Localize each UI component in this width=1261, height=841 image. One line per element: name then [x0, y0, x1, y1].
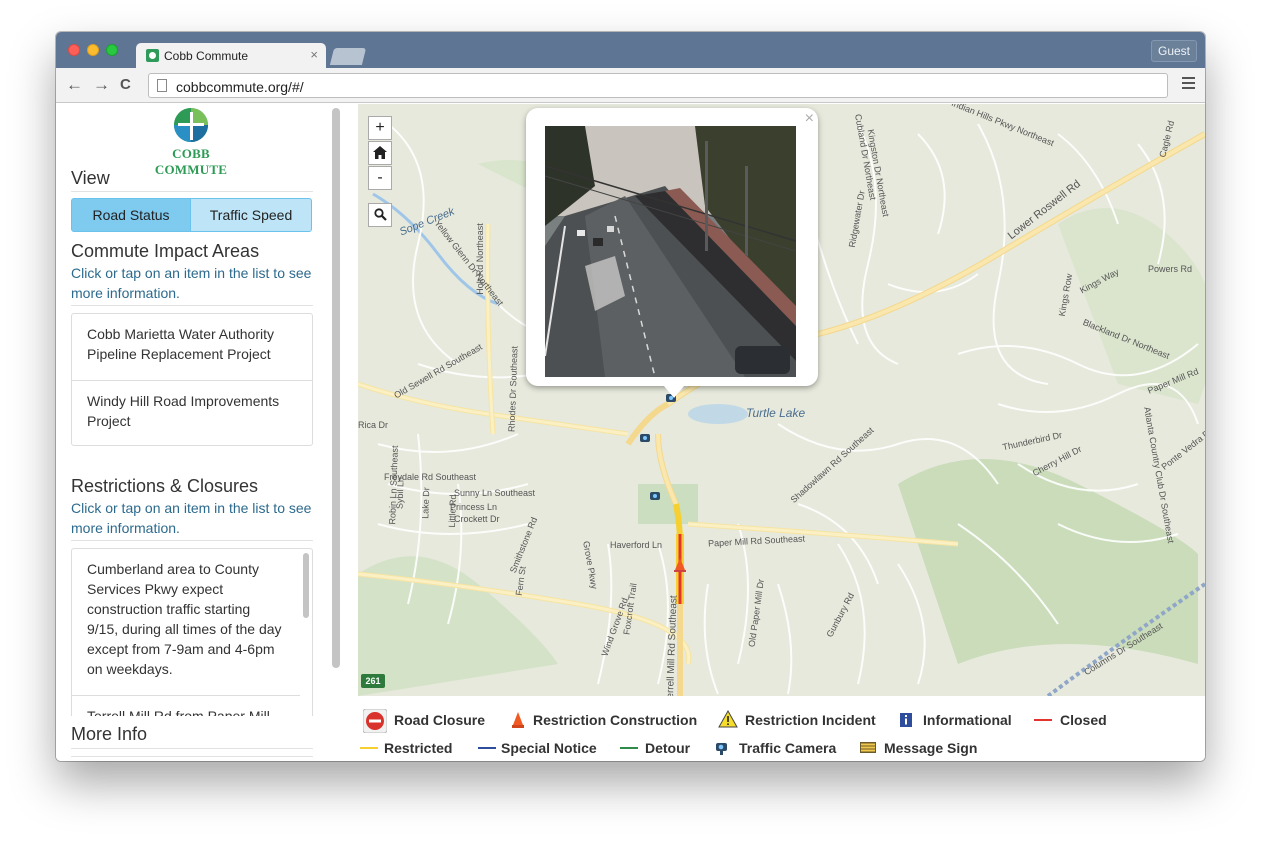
route-shield: 261	[361, 674, 385, 688]
maximize-window-button[interactable]	[106, 44, 118, 56]
legend-message-sign: Message Sign	[884, 740, 978, 756]
camera-lens	[653, 494, 657, 498]
close-window-button[interactable]	[68, 44, 80, 56]
logo-mark-icon	[174, 108, 208, 142]
home-icon	[373, 146, 387, 159]
map-legend: Road Closure Restriction Construction Re…	[358, 704, 1205, 761]
sidebar-scrollbar[interactable]	[332, 108, 340, 668]
address-bar[interactable]: cobbcommute.org/#/	[148, 73, 1168, 98]
list-scrollbar[interactable]	[303, 553, 309, 618]
browser-tab[interactable]: Cobb Commute ×	[136, 43, 326, 69]
tab-title: Cobb Commute	[164, 49, 249, 63]
home-button[interactable]	[368, 141, 392, 165]
legend-road-closure: Road Closure	[394, 712, 486, 728]
traffic-camera-icon[interactable]	[650, 492, 662, 504]
logo-text: COBB COMMUTE	[154, 146, 228, 177]
construction-cone-icon	[512, 712, 524, 728]
divider	[71, 748, 313, 749]
more-info-heading: More Info	[71, 724, 148, 744]
map-label: Sybil Ln	[394, 476, 406, 510]
traffic-camera-image	[545, 126, 796, 377]
impact-areas-heading: Commute Impact Areas	[71, 241, 260, 261]
tab-close-icon[interactable]: ×	[310, 47, 318, 62]
map-label: Rica Dr	[358, 420, 389, 430]
logo-quadrant	[174, 125, 191, 142]
map-label: Powers Rd	[1148, 264, 1193, 274]
detour-line-icon	[620, 747, 638, 749]
list-item[interactable]: Cobb Marietta Water Authority Pipeline R…	[72, 314, 312, 380]
warning-triangle-icon	[718, 710, 738, 728]
legend-restricted: Restricted	[384, 740, 453, 756]
restrictions-list[interactable]: Cumberland area to County Services Pkwy …	[71, 548, 313, 744]
divider	[71, 305, 313, 306]
page-content: COBB COMMUTE View Road Status Traffic Sp…	[56, 104, 1205, 761]
view-heading: View	[71, 168, 110, 188]
camera-snapshot	[545, 126, 796, 377]
sidebar: COBB COMMUTE View Road Status Traffic Sp…	[56, 104, 330, 761]
back-arrow-icon[interactable]: ←	[66, 76, 83, 94]
legend-special-notice: Special Notice	[501, 740, 597, 756]
camera-popup: ×	[526, 108, 818, 398]
message-sign-icon	[860, 742, 876, 753]
map-search-button[interactable]	[368, 203, 392, 227]
closed-line-icon	[1034, 719, 1052, 721]
list-item[interactable]: Windy Hill Road Improvements Project	[72, 381, 312, 445]
map-label: Turtle Lake	[746, 406, 806, 420]
favicon-icon	[146, 49, 159, 62]
zoom-out-button[interactable]: -	[368, 166, 392, 190]
reload-icon[interactable]: C	[120, 76, 131, 94]
construction-cone-icon[interactable]	[674, 558, 686, 572]
restrictions-hint: Click or tap on an item in the list to s…	[71, 500, 312, 536]
list-item[interactable]: Cumberland area to County Services Pkwy …	[72, 549, 300, 695]
map-label: Little Rd	[446, 494, 459, 528]
legend-restriction-construction: Restriction Construction	[533, 712, 698, 728]
map-label: Crockett Dr	[454, 514, 500, 524]
divider	[71, 540, 313, 541]
popup-pointer	[664, 386, 684, 398]
minimize-window-button[interactable]	[87, 44, 99, 56]
legend-detour: Detour	[645, 740, 691, 756]
impact-areas-list: Cobb Marietta Water Authority Pipeline R…	[71, 313, 313, 446]
guest-profile-button[interactable]: Guest	[1151, 40, 1197, 62]
more-info-section: More Info	[56, 716, 330, 761]
hamburger-menu-icon[interactable]	[1182, 77, 1195, 89]
road-closure-icon	[363, 709, 387, 733]
divider	[71, 756, 313, 757]
road-status-button[interactable]: Road Status	[71, 198, 191, 232]
traffic-speed-button[interactable]: Traffic Speed	[190, 198, 312, 232]
impact-areas-hint: Click or tap on an item in the list to s…	[71, 265, 312, 301]
legend-informational: Informational	[923, 712, 1012, 728]
informational-icon	[900, 713, 912, 727]
browser-window: Cobb Commute × Guest ← → C cobbcommute.o…	[56, 32, 1205, 761]
popup-close-icon[interactable]: ×	[805, 110, 814, 128]
map-label: Haverford Ln	[610, 540, 663, 550]
url-text[interactable]: cobbcommute.org/#/	[176, 79, 304, 95]
logo-quadrant	[191, 125, 208, 142]
map-label: Lake Dr	[420, 487, 432, 519]
new-tab-button[interactable]	[329, 48, 367, 65]
zoom-in-button[interactable]: +	[368, 116, 392, 140]
view-toggle: Road Status Traffic Speed	[71, 198, 312, 232]
cobb-commute-logo[interactable]: COBB COMMUTE	[141, 108, 251, 177]
legend-closed: Closed	[1060, 712, 1107, 728]
camera-lens	[643, 436, 647, 440]
map-view[interactable]: Lower Roswell Rd Turtle Lake Holt Rd Nor…	[358, 104, 1205, 696]
traffic-camera-icon	[716, 743, 727, 755]
title-bar: Cobb Commute × Guest	[56, 32, 1205, 69]
divider	[71, 191, 313, 192]
restrictions-heading: Restrictions & Closures	[71, 476, 259, 496]
forward-arrow-icon[interactable]: →	[93, 76, 110, 94]
traffic-camera-icon[interactable]	[640, 434, 652, 446]
restricted-line-icon	[360, 747, 378, 749]
search-icon	[373, 208, 387, 221]
map-label: Sunny Ln Southeast	[454, 488, 536, 498]
special-notice-line-icon	[478, 747, 496, 749]
logo-cross	[190, 112, 193, 140]
legend-restriction-incident: Restriction Incident	[745, 712, 876, 728]
logo-cross	[178, 123, 204, 126]
page-icon	[157, 79, 167, 92]
browser-toolbar: ← → C cobbcommute.org/#/	[56, 68, 1205, 103]
legend-traffic-camera: Traffic Camera	[739, 740, 837, 756]
